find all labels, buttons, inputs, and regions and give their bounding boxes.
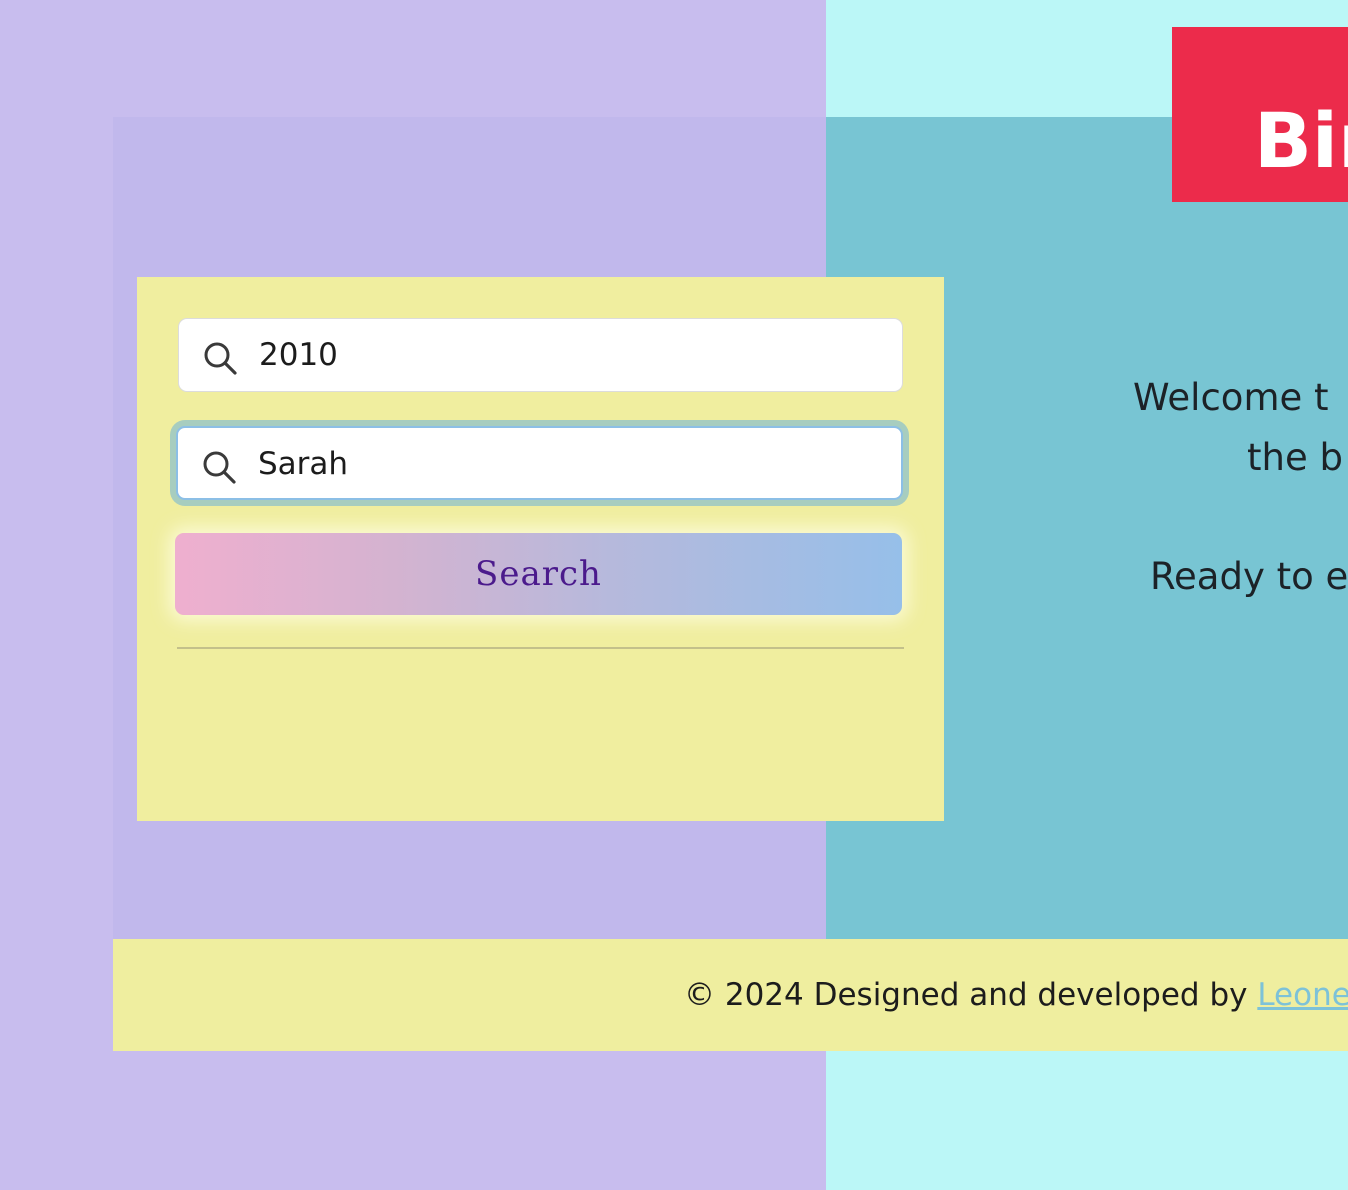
search-icon — [204, 342, 237, 375]
footer: © 2024 Designed and developed by Leone — [113, 939, 1348, 1051]
search-icon — [203, 451, 236, 484]
footer-copyright: © 2024 Designed and developed by — [684, 977, 1258, 1013]
title-banner: Bir — [1172, 27, 1348, 202]
divider — [177, 647, 904, 649]
welcome-line-2: the b — [1247, 436, 1343, 479]
ready-text: Ready to e — [1150, 555, 1348, 598]
author-link[interactable]: Leone — [1257, 977, 1348, 1013]
footer-text: © 2024 Designed and developed by Leone — [684, 939, 1348, 1051]
name-search-field[interactable]: Sarah — [176, 426, 903, 500]
search-button[interactable]: Search — [175, 533, 902, 615]
welcome-text: Welcome t the b — [1133, 368, 1348, 488]
search-button-label: Search — [475, 554, 602, 594]
year-search-field[interactable]: 2010 — [178, 318, 903, 392]
name-search-value[interactable]: Sarah — [258, 428, 348, 500]
search-panel: 2010 Sarah Search — [137, 277, 944, 821]
year-search-value[interactable]: 2010 — [259, 319, 338, 391]
welcome-line-1: Welcome t — [1133, 376, 1329, 419]
page-title: Bir — [1254, 96, 1348, 185]
page: Bir 2010 Sarah Search Welcome t the b Re… — [0, 0, 1348, 1190]
